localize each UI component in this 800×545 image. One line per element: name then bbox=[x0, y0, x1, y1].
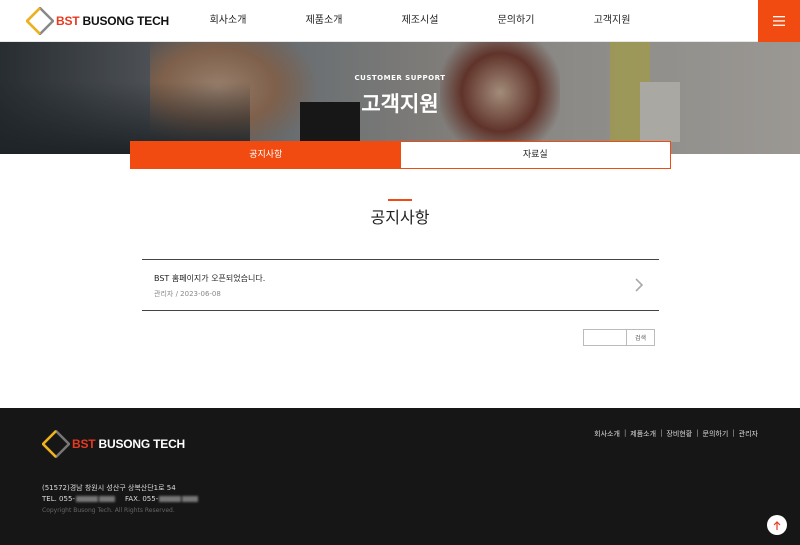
arrow-up-icon bbox=[773, 520, 781, 530]
sub-tabs: 공지사항 자료실 bbox=[130, 141, 671, 169]
logo-prefix: BST bbox=[56, 14, 80, 28]
post-meta-separator: / bbox=[175, 290, 178, 298]
hamburger-icon bbox=[773, 16, 785, 26]
site-footer: BST BUSONG TECH 회사소개 | 제품소개 | 장비현황 | 문의하기 | … bbox=[0, 408, 800, 545]
post-title[interactable]: BST 홈페이지가 오픈되었습니다. bbox=[154, 273, 265, 284]
post-date: 2023-06-08 bbox=[180, 290, 221, 298]
hero-title: 고객지원 bbox=[361, 92, 439, 116]
footer-copyright: Copyright Busong Tech. All Rights Reserv… bbox=[42, 507, 175, 514]
nav-item-support[interactable]: 고객지원 bbox=[564, 0, 660, 42]
footer-link-contact[interactable]: 문의하기 bbox=[703, 429, 729, 439]
footer-link-equipment[interactable]: 장비현황 bbox=[666, 429, 692, 439]
logo[interactable]: BST BUSONG TECH bbox=[26, 6, 169, 36]
nav-item-facilities[interactable]: 제조시설 bbox=[372, 0, 468, 42]
search-box: 검색 bbox=[583, 329, 655, 346]
logo-name: BUSONG TECH bbox=[82, 14, 170, 28]
redacted-number bbox=[182, 496, 199, 502]
footer-logo-text: BST BUSONG TECH bbox=[72, 437, 185, 451]
fax-label: FAX. 055- bbox=[124, 495, 159, 503]
main-nav: 회사소개 제품소개 제조시설 문의하기 고객지원 bbox=[180, 0, 660, 42]
footer-logo-mark-icon bbox=[42, 430, 70, 458]
post-meta: 관리자 / 2023-06-08 bbox=[154, 289, 221, 299]
hero-banner: CUSTOMER SUPPORT 고객지원 bbox=[0, 42, 800, 154]
footer-link-company[interactable]: 회사소개 bbox=[594, 429, 620, 439]
nav-item-products[interactable]: 제품소개 bbox=[276, 0, 372, 42]
footer-logo-prefix: BST bbox=[72, 437, 96, 451]
page-title: 공지사항 bbox=[370, 208, 430, 227]
tab-archive[interactable]: 자료실 bbox=[401, 142, 671, 168]
redacted-number bbox=[98, 496, 115, 502]
footer-logo[interactable]: BST BUSONG TECH bbox=[42, 429, 185, 459]
footer-address: (51572)경남 창원시 성산구 상복산단1로 54 bbox=[42, 484, 176, 492]
logo-mark-icon bbox=[26, 7, 54, 35]
list-item[interactable]: BST 홈페이지가 오픈되었습니다. 관리자 / 2023-06-08 bbox=[142, 259, 659, 311]
menu-button[interactable] bbox=[758, 0, 800, 42]
logo-text: BST BUSONG TECH bbox=[56, 14, 169, 28]
search-button[interactable]: 검색 bbox=[626, 330, 654, 345]
title-accent-bar bbox=[388, 199, 412, 201]
nav-item-company[interactable]: 회사소개 bbox=[180, 0, 276, 42]
hero-subtitle: CUSTOMER SUPPORT bbox=[354, 74, 446, 82]
redacted-number bbox=[159, 496, 182, 502]
footer-nav: 회사소개 | 제품소개 | 장비현황 | 문의하기 | 관리자 bbox=[594, 429, 758, 439]
post-author: 관리자 bbox=[154, 290, 174, 298]
search-input[interactable] bbox=[584, 330, 626, 345]
tab-notice[interactable]: 공지사항 bbox=[131, 142, 401, 168]
footer-link-admin[interactable]: 관리자 bbox=[739, 429, 758, 439]
site-header: BST BUSONG TECH 회사소개 제품소개 제조시설 문의하기 고객지원 bbox=[0, 0, 800, 42]
redacted-number bbox=[75, 496, 98, 502]
tel-label: TEL. 055- bbox=[42, 495, 75, 503]
chevron-right-icon bbox=[635, 278, 644, 292]
footer-phone: TEL. 055- FAX. 055- bbox=[42, 495, 199, 503]
footer-link-products[interactable]: 제품소개 bbox=[630, 429, 656, 439]
scroll-top-button[interactable] bbox=[767, 515, 787, 535]
footer-logo-name: BUSONG TECH bbox=[98, 437, 186, 451]
nav-item-contact[interactable]: 문의하기 bbox=[468, 0, 564, 42]
